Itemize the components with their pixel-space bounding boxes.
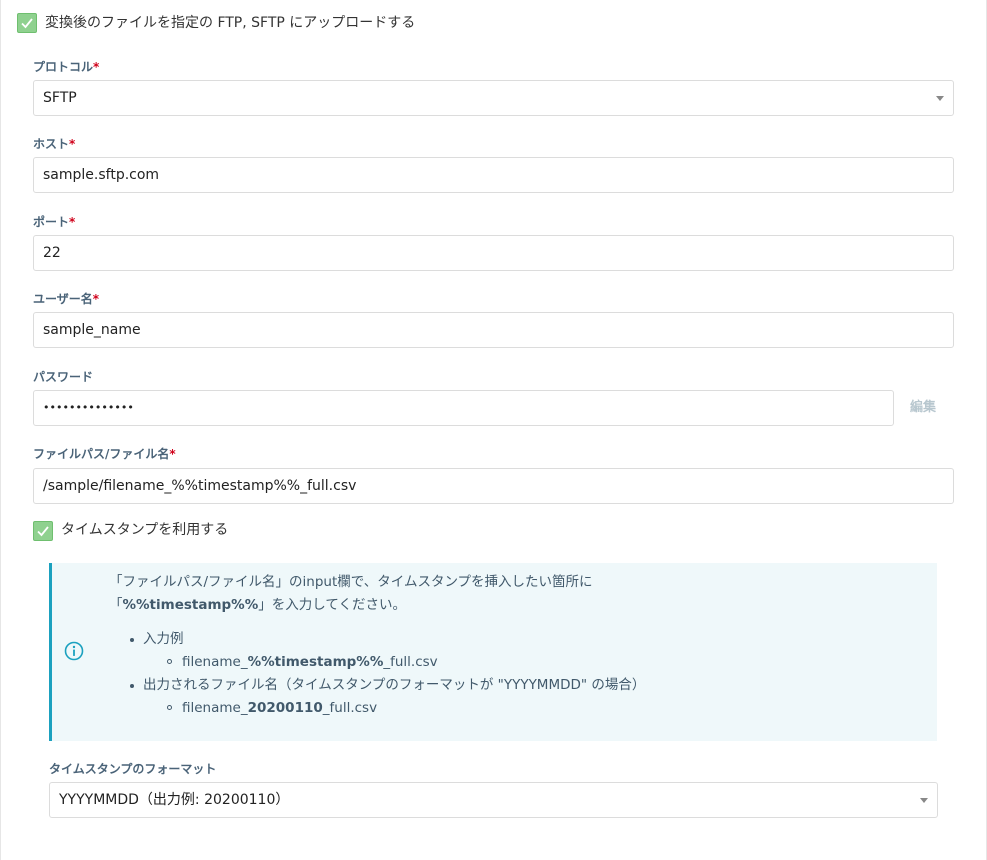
- timestamp-checkbox-label[interactable]: タイムスタンプを利用する: [61, 520, 228, 540]
- list-item: 出力されるファイル名（タイムスタンプのフォーマットが "YYYYMMDD" の場…: [127, 674, 645, 697]
- timestamp-format-select[interactable]: YYYYMMDD（出力例: 20200110）: [49, 782, 938, 818]
- check-icon: [21, 18, 33, 29]
- protocol-select-value: SFTP: [43, 90, 77, 106]
- info-line-1: 「ファイルパス/ファイル名」のinput欄で、タイムスタンプを挿入したい箇所に: [109, 574, 593, 590]
- required-mark: *: [93, 60, 100, 74]
- list-item: filename_20200110_full.csv: [127, 697, 645, 720]
- host-input[interactable]: sample.sftp.com: [33, 157, 954, 193]
- check-icon: [37, 526, 49, 537]
- list-item: 入力例: [127, 628, 645, 651]
- required-mark: *: [69, 137, 76, 151]
- port-input[interactable]: 22: [33, 235, 954, 271]
- info-circle-icon: [64, 641, 84, 661]
- info-example-list: 入力例 filename_%%timestamp%%_full.csv 出力され…: [127, 628, 645, 720]
- timestamp-format-value: YYYYMMDD（出力例: 20200110）: [59, 792, 290, 808]
- timestamp-placeholder-text: %%timestamp%%: [122, 597, 259, 613]
- timestamp-format-label: タイムスタンプのフォーマット: [49, 762, 217, 776]
- list-item: filename_%%timestamp%%_full.csv: [127, 651, 645, 674]
- password-label: パスワード: [33, 370, 94, 384]
- username-label: ユーザー名*: [33, 292, 100, 306]
- required-mark: *: [92, 292, 100, 306]
- panel-left-border: [0, 0, 1, 860]
- required-mark: *: [69, 215, 76, 229]
- password-edit-button[interactable]: 編集: [910, 399, 936, 417]
- upload-checkbox-label[interactable]: 変換後のファイルを指定の FTP, SFTP にアップロードする: [45, 13, 415, 33]
- info-line-2: 「%%timestamp%%」を入力してください。: [109, 597, 406, 613]
- port-label: ポート*: [33, 215, 76, 229]
- protocol-select[interactable]: SFTP: [33, 80, 954, 116]
- timestamp-info-box: 「ファイルパス/ファイル名」のinput欄で、タイムスタンプを挿入したい箇所に …: [49, 563, 937, 741]
- timestamp-checkbox[interactable]: [33, 521, 53, 541]
- filepath-input[interactable]: /sample/filename_%%timestamp%%_full.csv: [33, 468, 954, 504]
- caret-down-icon: [936, 96, 944, 101]
- upload-checkbox[interactable]: [17, 13, 37, 33]
- password-input[interactable]: ••••••••••••••: [33, 390, 894, 426]
- required-mark: *: [169, 447, 176, 461]
- username-input[interactable]: sample_name: [33, 312, 954, 348]
- filepath-label: ファイルパス/ファイル名*: [33, 447, 176, 461]
- info-description: 「ファイルパス/ファイル名」のinput欄で、タイムスタンプを挿入したい箇所に …: [109, 571, 593, 617]
- protocol-label: プロトコル*: [33, 60, 100, 74]
- caret-down-icon: [920, 798, 928, 803]
- host-label: ホスト*: [33, 137, 76, 151]
